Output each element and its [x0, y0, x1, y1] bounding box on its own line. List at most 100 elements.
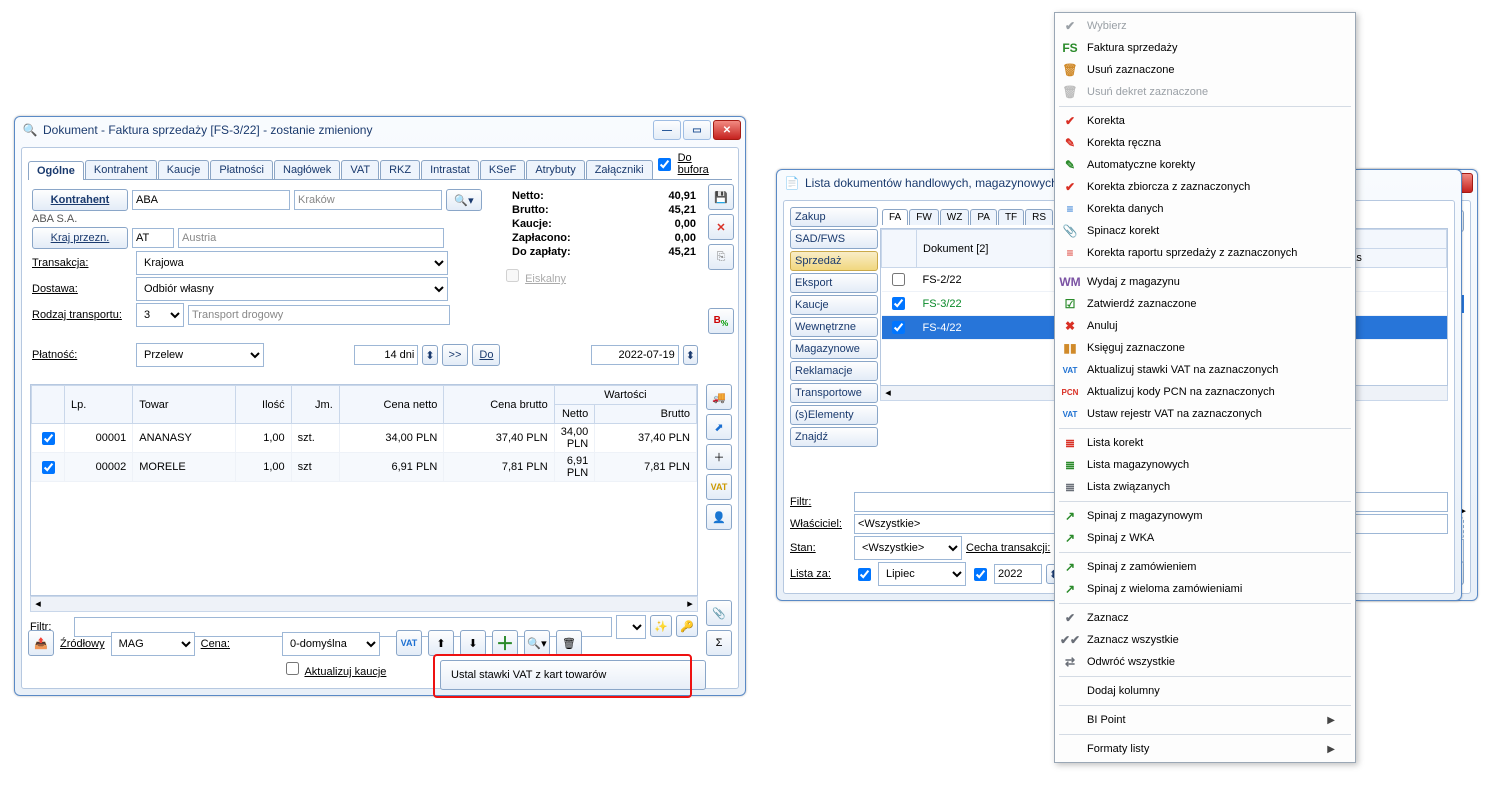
platnosc-date[interactable]	[591, 345, 679, 365]
upload-icon[interactable]: ⬆	[428, 630, 454, 656]
ctx-aktualizuj-kody-pcn-na-zaznaczonych[interactable]: PCNAktualizuj kody PCN na zaznaczonych	[1057, 381, 1353, 403]
vat-popup-item[interactable]: Ustal stawki VAT z kart towarów	[440, 660, 706, 690]
date-spinner[interactable]: ⬍	[683, 345, 698, 365]
tab-załączniki[interactable]: Załączniki	[586, 160, 653, 179]
do-bufora-checkbox[interactable]	[658, 158, 671, 171]
source-icon[interactable]: 📤	[28, 630, 54, 656]
context-menu[interactable]: ✔WybierzFSFaktura sprzedaży🗑Usuń zaznacz…	[1054, 12, 1356, 763]
tab-rkz[interactable]: RKZ	[380, 160, 420, 179]
transakcja-select[interactable]: Krajowa	[136, 251, 448, 275]
ctx-spinaj-z-wka[interactable]: ↗Spinaj z WKA	[1057, 527, 1353, 549]
tab-kaucje[interactable]: Kaucje	[158, 160, 210, 179]
ctx-zaznacz[interactable]: ✔Zaznacz	[1057, 607, 1353, 629]
kontrahent-button[interactable]: Kontrahent	[32, 189, 128, 211]
stan-select[interactable]: <Wszystkie>	[854, 536, 962, 560]
ctx-zaznacz-wszystkie[interactable]: ✔✔Zaznacz wszystkie	[1057, 629, 1353, 651]
platnosc-select[interactable]: Przelew	[136, 343, 264, 367]
rodzaj-desc[interactable]	[188, 305, 450, 325]
mag-select[interactable]: MAG	[111, 632, 195, 656]
ctx-aktualizuj-stawki-vat-na-zaznaczonych[interactable]: VATAktualizuj stawki VAT na zaznaczonych	[1057, 359, 1353, 381]
ctx-odwróć-wszystkie[interactable]: ⇄Odwróć wszystkie	[1057, 651, 1353, 673]
tab-nagłówek[interactable]: Nagłówek	[274, 160, 340, 179]
ctx-korekta-zbiorcza-z-zaznaczonych[interactable]: ✔Korekta zbiorcza z zaznaczonych	[1057, 176, 1353, 198]
sidebtn-magazynowe[interactable]: Magazynowe	[790, 339, 878, 359]
bk-percent-icon[interactable]: B%	[708, 308, 734, 334]
maximize-button[interactable]: ▭	[683, 120, 711, 140]
save-icon[interactable]: 💾	[708, 184, 734, 210]
tab-atrybuty[interactable]: Atrybuty	[526, 160, 584, 179]
ctx-korekta-danych[interactable]: ≡Korekta danych	[1057, 198, 1353, 220]
vat-refresh-icon[interactable]: VAT	[706, 474, 732, 500]
sidebtn-sad/fws[interactable]: SAD/FWS	[790, 229, 878, 249]
doctab-TF[interactable]: TF	[998, 209, 1024, 225]
kontrahent-city[interactable]	[294, 190, 442, 210]
tab-ogólne[interactable]: Ogólne	[28, 161, 84, 180]
attach-icon[interactable]: 📎	[706, 600, 732, 626]
ctx-ustaw-rejestr-vat-na-zaznaczonych[interactable]: VATUstaw rejestr VAT na zaznaczonych	[1057, 403, 1353, 425]
doc-check[interactable]	[892, 273, 905, 286]
doc-check[interactable]	[892, 321, 905, 334]
kraj-przezn-button[interactable]: Kraj przezn.	[32, 227, 128, 249]
ctx-księguj-zaznaczone[interactable]: ▮▮Księguj zaznaczone	[1057, 337, 1353, 359]
hscrollbar[interactable]: ◂ ▸	[30, 596, 698, 612]
ctx-anuluj[interactable]: ✖Anuluj	[1057, 315, 1353, 337]
vat-dropdown-icon[interactable]: VAT	[396, 630, 422, 656]
do-button[interactable]: Do	[472, 344, 500, 366]
ctx-automatyczne-korekty[interactable]: ✎Automatyczne korekty	[1057, 154, 1353, 176]
doctab-FW[interactable]: FW	[909, 209, 939, 225]
kontrahent-input[interactable]	[132, 190, 290, 210]
ctx-faktura-sprzedaży[interactable]: FSFaktura sprzedaży	[1057, 37, 1353, 59]
ctx-korekta-raportu-sprzedaży-z-zaznaczonych[interactable]: ≡Korekta raportu sprzedaży z zaznaczonyc…	[1057, 242, 1353, 264]
ctx-formaty-listy[interactable]: Formaty listy▶	[1057, 738, 1353, 760]
add-icon[interactable]: ＋	[492, 630, 518, 656]
sidebtn-zakup[interactable]: Zakup	[790, 207, 878, 227]
table-row[interactable]: 00002MORELE1,00szt6,91 PLN7,81 PLN6,91 P…	[32, 453, 697, 482]
tab-ksef[interactable]: KSeF	[480, 160, 526, 179]
arrow-button[interactable]: >>	[442, 344, 469, 366]
ctx-spinaj-z-magazynowym[interactable]: ↗Spinaj z magazynowym	[1057, 505, 1353, 527]
ctx-zatwierdź-zaznaczone[interactable]: ☑Zatwierdź zaznaczone	[1057, 293, 1353, 315]
doctab-WZ[interactable]: WZ	[940, 209, 970, 225]
ctx-spinaj-z-wieloma-zamówieniami[interactable]: ↗Spinaj z wieloma zamówieniami	[1057, 578, 1353, 600]
sidebtn-reklamacje[interactable]: Reklamacje	[790, 361, 878, 381]
close-button[interactable]: ✕	[713, 120, 741, 140]
ctx-lista-korekt[interactable]: ≣Lista korekt	[1057, 432, 1353, 454]
cena-select[interactable]: 0-domyślna	[282, 632, 380, 656]
truck-icon[interactable]: 🚚	[706, 384, 732, 410]
tab-kontrahent[interactable]: Kontrahent	[85, 160, 157, 179]
doc-check[interactable]	[892, 297, 905, 310]
tab-płatności[interactable]: Płatności	[210, 160, 273, 179]
sigma-icon[interactable]: Σ	[706, 630, 732, 656]
row-check[interactable]	[42, 461, 55, 474]
ctx-korekta[interactable]: ✔Korekta	[1057, 110, 1353, 132]
doctab-RS[interactable]: RS	[1025, 209, 1053, 225]
ctx-spinaj-z-zamówieniem[interactable]: ↗Spinaj z zamówieniem	[1057, 556, 1353, 578]
sidebtn-wewnętrzne[interactable]: Wewnętrzne	[790, 317, 878, 337]
doctab-PA[interactable]: PA	[970, 209, 997, 225]
lookup-button[interactable]: 🔍▾	[446, 189, 482, 211]
ctx-usuń-zaznaczone[interactable]: 🗑Usuń zaznaczone	[1057, 59, 1353, 81]
minimize-button[interactable]: —	[653, 120, 681, 140]
sidebtn-sprzedaż[interactable]: Sprzedaż	[790, 251, 878, 271]
platnosc-dni[interactable]	[354, 345, 418, 365]
ctx-lista-związanych[interactable]: ≣Lista związanych	[1057, 476, 1353, 498]
rodzaj-code-select[interactable]: 3	[136, 303, 184, 327]
sidebtn-eksport[interactable]: Eksport	[790, 273, 878, 293]
dostawa-select[interactable]: Odbiór własny	[136, 277, 448, 301]
ctx-dodaj-kolumny[interactable]: Dodaj kolumny	[1057, 680, 1353, 702]
titlebar[interactable]: 🔍 Dokument - Faktura sprzedaży [FS-3/22]…	[15, 117, 745, 143]
table-row[interactable]: 00001ANANASY1,00szt.34,00 PLN37,40 PLN34…	[32, 424, 697, 453]
sidebtn-kaucje[interactable]: Kaucje	[790, 295, 878, 315]
ctx-lista-magazynowych[interactable]: ≣Lista magazynowych	[1057, 454, 1353, 476]
ctx-spinacz-korekt[interactable]: 📎Spinacz korekt	[1057, 220, 1353, 242]
kraj-name-input[interactable]	[178, 228, 444, 248]
kraj-code-input[interactable]	[132, 228, 174, 248]
lista-za-check2[interactable]	[974, 568, 987, 581]
ctx-korekta-ręczna[interactable]: ✎Korekta ręczna	[1057, 132, 1353, 154]
lista-za-check1[interactable]	[858, 568, 871, 581]
zoom-icon[interactable]: 🔍▾	[524, 630, 550, 656]
ctx-bi-point[interactable]: BI Point▶	[1057, 709, 1353, 731]
dni-spinner[interactable]: ⬍	[422, 345, 437, 365]
copy-icon[interactable]: ⎘	[708, 244, 734, 270]
doctab-FA[interactable]: FA	[882, 209, 908, 225]
